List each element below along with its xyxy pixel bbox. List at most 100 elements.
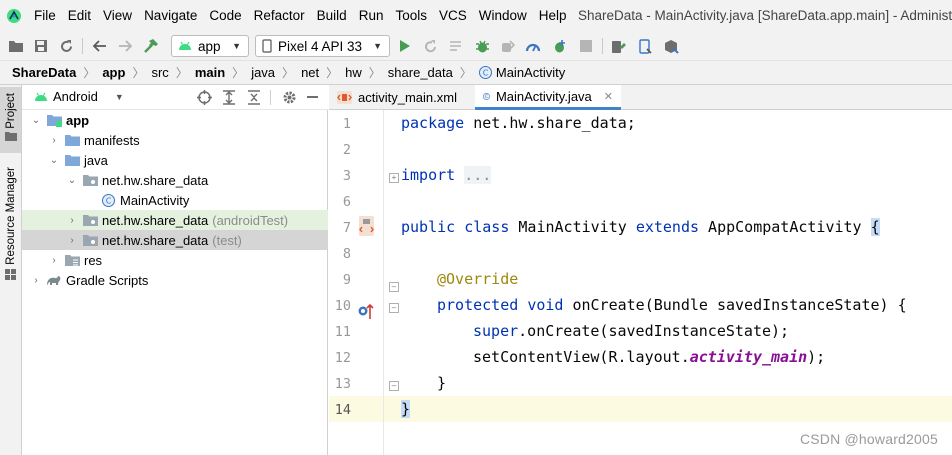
code-line-3[interactable]: import ... <box>384 162 952 188</box>
override-method-icon[interactable] <box>357 302 374 320</box>
menu-window[interactable]: Window <box>479 8 527 23</box>
breadcrumb-item[interactable]: main <box>195 65 225 80</box>
run-icon[interactable] <box>396 37 414 55</box>
breadcrumb-item[interactable]: java <box>251 65 275 80</box>
chevron-right-icon: 〉 <box>282 66 295 80</box>
chevron-down-icon[interactable]: ⌄ <box>30 115 42 126</box>
debug-icon[interactable] <box>473 37 491 55</box>
menu-code[interactable]: Code <box>209 8 241 23</box>
tab-label: activity_main.xml <box>358 90 457 105</box>
project-panel: Android ▼ ⌄ app › manifests ⌄ java ⌄ net… <box>22 85 328 455</box>
menu-vcs[interactable]: VCS <box>439 8 467 23</box>
chevron-down-icon[interactable]: ⌄ <box>48 155 60 166</box>
tree-item-manifests[interactable]: › manifests <box>22 130 328 150</box>
android-studio-logo-icon <box>7 9 21 23</box>
stop-icon[interactable] <box>577 37 595 55</box>
device-manager-icon[interactable] <box>610 37 628 55</box>
tab-activity-main-xml[interactable]: activity_main.xml <box>329 85 475 110</box>
emulator-icon[interactable] <box>636 37 654 55</box>
menu-navigate[interactable]: Navigate <box>144 8 197 23</box>
code-line-7[interactable]: public class MainActivity extends AppCom… <box>384 214 952 240</box>
tab-resource-manager[interactable]: Resource Manager <box>0 163 21 283</box>
tab-mainactivity-java[interactable]: C MainActivity.java ✕ <box>475 85 621 110</box>
menu-run[interactable]: Run <box>359 8 384 23</box>
java-class-icon: C <box>100 193 116 207</box>
tree-item-java[interactable]: ⌄ java <box>22 150 328 170</box>
breadcrumb-item-current[interactable]: MainActivity <box>496 65 565 80</box>
header-separator <box>270 90 271 105</box>
device-combo[interactable]: Pixel 4 API 33 ▼ <box>255 35 390 57</box>
menu-edit[interactable]: Edit <box>68 8 91 23</box>
matched-brace: } <box>401 400 411 418</box>
tree-item-mainactivity[interactable]: C MainActivity <box>22 190 328 210</box>
chevron-right-icon[interactable]: › <box>48 135 60 146</box>
tree-item-package-androidtest[interactable]: › net.hw.share_data (androidTest) <box>22 210 328 230</box>
tree-item-package-main[interactable]: ⌄ net.hw.share_data <box>22 170 328 190</box>
module-folder-icon <box>46 113 62 127</box>
expand-all-icon[interactable] <box>222 90 236 105</box>
collapse-all-icon[interactable] <box>247 90 261 105</box>
menu-help[interactable]: Help <box>539 8 567 23</box>
resource-folder-icon <box>64 253 80 267</box>
forward-icon[interactable] <box>116 37 134 55</box>
save-icon[interactable] <box>32 37 50 55</box>
main-toolbar: app ▼ Pixel 4 API 33 ▼ <box>0 32 952 60</box>
chevron-right-icon[interactable]: › <box>30 275 42 286</box>
tree-item-app[interactable]: ⌄ app <box>22 110 328 130</box>
code-line-1[interactable]: package net.hw.share_data; <box>384 110 952 136</box>
tab-label: MainActivity.java <box>495 88 592 104</box>
tree-item-res[interactable]: › res <box>22 250 328 270</box>
locate-target-icon[interactable] <box>197 90 212 105</box>
menu-view[interactable]: View <box>103 8 132 23</box>
gradle-icon <box>46 273 62 287</box>
sdk-manager-icon[interactable] <box>662 37 680 55</box>
rerun-icon[interactable] <box>421 37 439 55</box>
menu-file[interactable]: File <box>34 8 56 23</box>
breadcrumb-item[interactable]: app <box>102 65 125 80</box>
profile-icon[interactable] <box>524 37 542 55</box>
breadcrumb-item[interactable]: net <box>301 65 319 80</box>
attach-debugger-icon[interactable] <box>498 37 516 55</box>
folded-imports[interactable]: ... <box>464 166 492 184</box>
code-line-9[interactable]: @Override <box>384 266 952 292</box>
menu-build[interactable]: Build <box>317 8 347 23</box>
layout-resource-gutter-icon[interactable] <box>358 216 375 236</box>
sync-icon[interactable] <box>57 37 75 55</box>
apply-changes-icon[interactable] <box>447 37 465 55</box>
folder-open-icon[interactable] <box>7 37 25 55</box>
tree-item-package-test[interactable]: › net.hw.share_data (test) <box>22 230 328 250</box>
apply-code-changes-icon[interactable] <box>550 37 568 55</box>
line-number: 12 <box>334 350 351 366</box>
back-icon[interactable] <box>90 37 108 55</box>
chevron-down-icon: ▼ <box>114 91 124 102</box>
menu-tools[interactable]: Tools <box>395 8 427 23</box>
chevron-down-icon[interactable]: ⌄ <box>66 175 78 186</box>
code-line-13[interactable]: } <box>384 370 952 396</box>
breadcrumb-item[interactable]: share_data <box>388 65 453 80</box>
view-mode-selector[interactable]: Android ▼ <box>34 89 124 104</box>
chevron-right-icon[interactable]: › <box>66 235 78 246</box>
code-line-10[interactable]: protected void onCreate(Bundle savedInst… <box>384 292 952 318</box>
breadcrumb-item[interactable]: src <box>151 65 168 80</box>
tree-item-gradle-scripts[interactable]: › Gradle Scripts <box>22 270 328 290</box>
code-line-12[interactable]: setContentView(R.layout. activity_main); <box>384 344 952 370</box>
breadcrumb-item[interactable]: ShareData <box>12 65 76 80</box>
close-icon[interactable]: ✕ <box>604 90 613 103</box>
code-text: } <box>437 374 447 392</box>
line-number: 3 <box>342 168 351 184</box>
menu-refactor[interactable]: Refactor <box>254 8 305 23</box>
code-line-14-current[interactable]: } <box>384 396 952 422</box>
code-text: .onCreate(savedInstanceState); <box>518 322 790 340</box>
gear-icon[interactable] <box>282 90 297 105</box>
hide-panel-icon[interactable] <box>307 96 318 99</box>
menu-bar: File Edit View Navigate Code Refactor Bu… <box>0 0 952 32</box>
keyword: protected <box>437 296 519 314</box>
line-number: 8 <box>342 246 351 262</box>
module-combo[interactable]: app ▼ <box>171 35 249 57</box>
tab-project[interactable]: Project <box>0 87 21 153</box>
code-line-11[interactable]: super .onCreate(savedInstanceState); <box>384 318 952 344</box>
chevron-right-icon[interactable]: › <box>66 215 78 226</box>
breadcrumb-item[interactable]: hw <box>345 65 362 80</box>
build-hammer-icon[interactable] <box>142 37 160 55</box>
chevron-right-icon[interactable]: › <box>48 255 60 266</box>
